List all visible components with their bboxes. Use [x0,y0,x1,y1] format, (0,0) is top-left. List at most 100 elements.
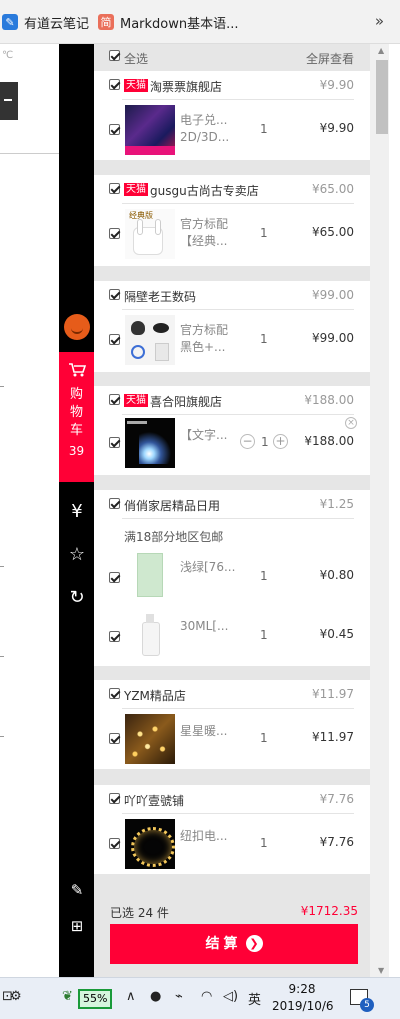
bookmarks-more-button[interactable]: » [375,12,384,30]
item-checkbox[interactable] [109,437,120,448]
shop-total: ¥11.97 [312,687,354,701]
history-icon[interactable]: ↻ [64,586,90,610]
item-name[interactable]: 官方标配 黑色+... [180,322,240,356]
product-thumbnail[interactable] [125,549,175,599]
tmall-sidebar: 购 物 车 39 ¥ ☆ ↻ ✎ ⊞ [59,44,94,977]
shop-checkbox[interactable] [109,289,120,300]
decrease-button[interactable]: − [240,434,255,449]
divider [122,518,354,519]
wifi-icon[interactable]: ◠ [201,989,212,1004]
product-thumbnail[interactable] [125,418,175,468]
scroll-down-icon[interactable]: ▼ [378,966,384,975]
page-dropdown[interactable]: ℃ [0,46,56,66]
item-qty: 1 [260,226,268,240]
item-qty[interactable]: 1 [261,435,269,449]
cart-header: 全选 全屏查看 [94,44,370,68]
cart-icon [59,362,94,382]
shop-name[interactable]: YZM精品店 [124,687,186,704]
item-checkbox[interactable] [109,631,120,642]
input-method-indicator[interactable]: 英 [248,989,261,1008]
cart-item: 电子兑... 2D/3D... 1 ¥9.90 [94,102,370,158]
item-checkbox[interactable] [109,228,120,239]
item-checkbox[interactable] [109,334,120,345]
shop-checkbox[interactable] [109,394,120,405]
feedback-icon[interactable]: ✎ [64,878,90,902]
cart-item: 纽扣电... 1 ¥7.76 [94,816,370,872]
cart-total: ¥1712.35 [300,904,358,918]
product-thumbnail[interactable] [125,714,175,764]
scroll-up-icon[interactable]: ▲ [378,46,384,55]
page-dark-button[interactable] [0,82,18,120]
product-thumbnail[interactable] [125,608,175,658]
item-name[interactable]: 浅绿[76... [180,559,240,576]
page-scrollbar-track[interactable] [389,44,400,977]
product-thumbnail[interactable]: 经典版 [125,209,175,259]
item-name[interactable]: 官方标配 【经典... [180,216,240,250]
item-checkbox[interactable] [109,124,120,135]
leaf-icon[interactable]: ❦ [62,989,73,1004]
cart-item: 星星暖... 1 ¥11.97 [94,711,370,767]
cart-item: 【文字... − 1 + ¥188.00 × [94,415,370,471]
shop-checkbox[interactable] [109,688,120,699]
full-screen-link[interactable]: 全屏查看 [306,50,354,67]
item-checkbox[interactable] [109,838,120,849]
shop-row: 隔壁老王数码 ¥99.00 [94,281,370,309]
shop-checkbox[interactable] [109,183,120,194]
product-thumbnail[interactable] [125,105,175,155]
shop-total: ¥99.00 [312,288,354,302]
tmall-badge: 天猫 [124,183,148,196]
remove-item-icon[interactable]: × [345,417,357,429]
chevron-up-icon[interactable]: ∧ [126,989,136,1004]
youdao-note-icon: ✎ [2,14,18,30]
item-checkbox[interactable] [109,572,120,583]
shop-name[interactable]: 吖吖壹號铺 [124,792,184,809]
volume-icon[interactable]: ◁) [223,989,238,1004]
divider [0,153,60,154]
item-name[interactable]: 纽扣电... [180,828,240,845]
scrollbar-thumb[interactable] [376,60,388,134]
shop-total: ¥188.00 [304,393,354,407]
shop-row: 吖吖壹號铺 ¥7.76 [94,785,370,813]
settings-icon[interactable]: ⚙ [10,989,22,1004]
coupon-icon[interactable]: ¥ [64,500,90,524]
item-qty: 1 [260,569,268,583]
power-plug-icon[interactable]: ⌁ [175,989,183,1004]
bookmark-youdao[interactable]: ✎ 有道云笔记 [2,12,89,32]
bookmark-label: 有道云笔记 [24,16,90,32]
product-thumbnail[interactable] [125,315,175,365]
qrcode-icon[interactable]: ⊞ [64,914,90,938]
shop-checkbox[interactable] [109,498,120,509]
item-name[interactable]: 电子兑... 2D/3D... [180,112,240,146]
battery-indicator[interactable]: 55% [78,989,113,1009]
shop-name[interactable]: 淘票票旗舰店 [150,78,222,95]
background-page: ℃ [0,44,60,977]
item-name[interactable]: 星星暖... [180,723,240,740]
qq-icon[interactable]: ● [150,989,161,1004]
shop-name[interactable]: 俏俏家居精品日用 [124,497,220,514]
item-price: ¥7.76 [319,835,354,849]
item-name[interactable]: 30ML[... [180,618,240,635]
favorite-star-icon[interactable]: ☆ [64,543,90,567]
shop-row: 天猫 喜合阳旗舰店 ¥188.00 [94,386,370,414]
cart-tab[interactable]: 购 物 车 39 [59,352,94,482]
increase-button[interactable]: + [273,434,288,449]
checkout-button[interactable]: 结算 ❯ [110,924,358,964]
shop-name[interactable]: gusgu古尚古专卖店 [150,182,259,199]
bookmark-markdown[interactable]: 简 Markdown基本语... [98,12,239,32]
shop-name[interactable]: 隔壁老王数码 [124,288,196,305]
cart-label-2: 物 [69,405,83,420]
shop-name[interactable]: 喜合阳旗舰店 [150,393,222,410]
product-thumbnail[interactable] [125,819,175,869]
divider [122,309,354,310]
shop-checkbox[interactable] [109,79,120,90]
clock[interactable]: 9:28 2019/10/6 [272,981,334,1015]
shop-checkbox[interactable] [109,793,120,804]
select-all-label: 全选 [124,52,149,66]
select-all-checkbox[interactable] [109,50,120,61]
scrollbar[interactable]: ▲ ▼ [370,44,400,977]
avatar[interactable] [64,314,90,340]
item-name[interactable]: 【文字... [180,427,240,444]
time: 9:28 [288,982,316,996]
item-price: ¥11.97 [312,730,354,744]
item-checkbox[interactable] [109,733,120,744]
